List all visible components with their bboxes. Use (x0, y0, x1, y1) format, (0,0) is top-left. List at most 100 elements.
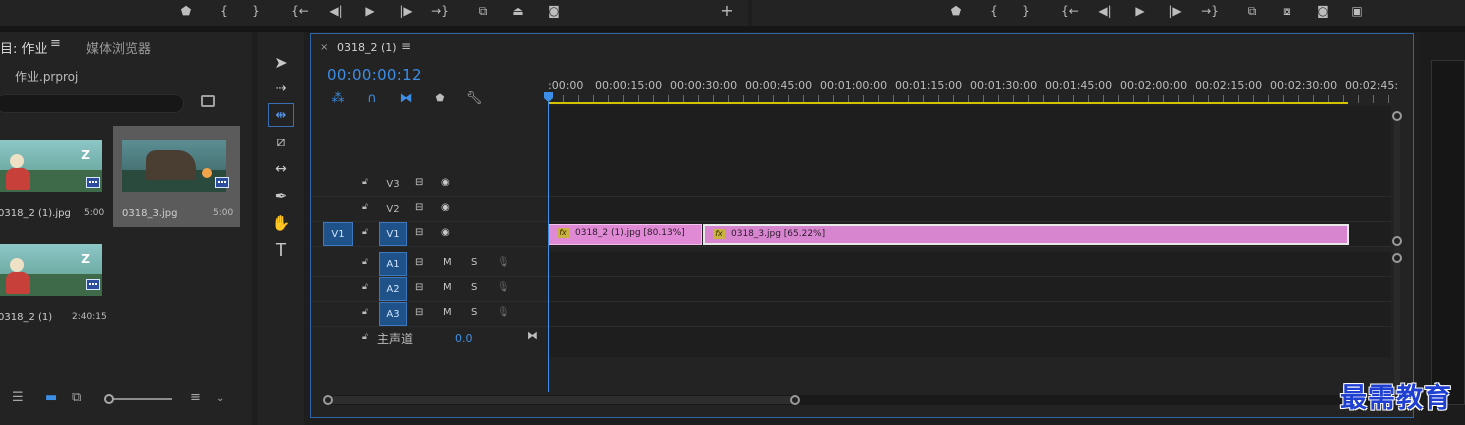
timeline-clip[interactable]: fx 0318_2 (1).jpg [80.13%] (548, 224, 702, 245)
solo-button[interactable]: S (471, 282, 477, 293)
step-forward-icon[interactable]: |▶ (396, 1, 416, 21)
track-content[interactable] (548, 252, 1391, 276)
solo-button[interactable]: S (471, 307, 477, 318)
panel-menu-icon[interactable]: ≡ (401, 39, 411, 53)
extract-icon[interactable]: ⧇ (1277, 1, 1297, 21)
track-target[interactable]: A3 (379, 302, 407, 326)
sync-lock-icon[interactable]: ⊟ (415, 227, 423, 238)
tab-sequence[interactable]: 0318_2 (1) (337, 41, 397, 54)
sync-lock-icon[interactable]: ⊟ (415, 177, 423, 188)
hand-tool-icon[interactable]: ✋ (269, 212, 293, 234)
go-to-out-icon[interactable]: →} (430, 1, 450, 21)
scroll-knob[interactable] (323, 395, 333, 405)
eye-icon[interactable]: ◉ (441, 177, 450, 188)
work-area-bar[interactable] (548, 102, 1348, 104)
mark-out-icon[interactable]: } (1016, 1, 1036, 21)
lock-icon[interactable]: 🔓︎ (362, 332, 368, 342)
ripple-edit-tool-icon[interactable]: ⇹ (268, 103, 294, 127)
step-back-icon[interactable]: ◀| (326, 1, 346, 21)
timeline-clip[interactable]: fx 0318_3.jpg [65.22%] (703, 224, 1349, 245)
mark-in-icon[interactable]: { (984, 1, 1004, 21)
track-target[interactable]: V1 (379, 222, 407, 246)
track-content[interactable]: fx 0318_2 (1).jpg [80.13%] fx 0318_3.jpg… (548, 222, 1391, 246)
icon-view-icon[interactable]: ▬ (45, 390, 57, 405)
horizontal-scroll-thumb[interactable] (327, 396, 795, 404)
track-target[interactable]: V3 (379, 172, 407, 196)
selection-tool-icon[interactable]: ➤ (269, 51, 293, 73)
compare-icon[interactable]: ▣ (1347, 1, 1367, 21)
vertical-scrollbar[interactable] (1394, 114, 1400, 389)
zoom-slider-track[interactable] (112, 398, 172, 400)
mute-button[interactable]: M (443, 282, 452, 293)
marker-icon[interactable]: ⬟ (176, 1, 196, 21)
play-icon[interactable]: ▶ (360, 1, 380, 21)
track-target[interactable]: A1 (379, 252, 407, 276)
playhead-timecode[interactable]: 00:00:00:12 (327, 66, 422, 84)
pen-tool-icon[interactable]: ✒ (269, 185, 293, 207)
nest-icon[interactable]: ⁂ (329, 90, 347, 106)
sync-lock-icon[interactable]: ⊟ (415, 257, 423, 268)
go-to-in-icon[interactable]: {← (290, 1, 310, 21)
track-content[interactable] (548, 327, 1391, 357)
lock-icon[interactable]: 🔓︎ (362, 177, 368, 187)
insert-icon[interactable]: ⧉ (473, 1, 493, 21)
scroll-knob[interactable] (1392, 236, 1402, 246)
add-marker-icon[interactable]: ⬟ (431, 90, 449, 106)
lift-icon[interactable]: ⧉ (1242, 1, 1262, 21)
chevron-down-icon[interactable]: ⌄ (216, 393, 224, 404)
zoom-slider-knob[interactable] (104, 394, 114, 404)
mute-button[interactable]: M (443, 307, 452, 318)
razor-tool-icon[interactable]: ⧄ (269, 131, 293, 153)
track-content[interactable] (548, 172, 1391, 196)
go-to-end-icon[interactable]: ⧓ (527, 329, 538, 342)
microphone-icon[interactable]: 🎙︎ (497, 307, 510, 318)
export-frame-icon[interactable]: ◙ (1313, 1, 1333, 21)
sort-icon[interactable]: ≡ (190, 390, 201, 405)
freeform-view-icon[interactable]: ⧉ (72, 390, 81, 405)
scroll-knob[interactable] (1392, 253, 1402, 263)
step-back-icon[interactable]: ◀| (1095, 1, 1115, 21)
overwrite-icon[interactable]: ⏏ (508, 1, 528, 21)
solo-button[interactable]: S (471, 257, 477, 268)
eye-icon[interactable]: ◉ (441, 202, 450, 213)
add-button-icon[interactable]: + (717, 1, 737, 21)
track-content[interactable] (548, 277, 1391, 301)
marker-icon[interactable]: ⬟ (946, 1, 966, 21)
go-to-in-icon[interactable]: {← (1060, 1, 1080, 21)
sync-lock-icon[interactable]: ⊟ (415, 202, 423, 213)
slip-tool-icon[interactable]: ↔ (269, 158, 293, 180)
step-forward-icon[interactable]: |▶ (1165, 1, 1185, 21)
sync-lock-icon[interactable]: ⊟ (415, 282, 423, 293)
track-target[interactable]: V2 (379, 197, 407, 221)
tab-media-browser[interactable]: 媒体浏览器 (86, 38, 151, 57)
mark-in-icon[interactable]: { (214, 1, 234, 21)
master-volume-value[interactable]: 0.0 (455, 332, 473, 345)
track-select-tool-icon[interactable]: ⇢ (269, 77, 293, 99)
lock-icon[interactable]: 🔓︎ (362, 282, 368, 292)
panel-menu-icon[interactable]: ≡ (50, 36, 61, 51)
export-frame-icon[interactable]: ◙ (544, 1, 564, 21)
playhead-line[interactable] (548, 94, 549, 392)
list-view-icon[interactable]: ☰ (12, 390, 24, 405)
snap-icon[interactable]: ∩ (363, 90, 381, 106)
scroll-knob[interactable] (790, 395, 800, 405)
sync-lock-icon[interactable]: ⊟ (415, 307, 423, 318)
wrench-icon[interactable]: 🔧︎ (465, 90, 483, 106)
clip-thumbnail[interactable] (122, 140, 226, 192)
microphone-icon[interactable]: 🎙︎ (497, 257, 510, 268)
track-content[interactable] (548, 197, 1391, 221)
source-patch-v1[interactable]: V1 (323, 222, 353, 246)
track-content[interactable] (548, 302, 1391, 326)
mute-button[interactable]: M (443, 257, 452, 268)
lock-icon[interactable]: 🔓︎ (362, 202, 368, 212)
lock-icon[interactable]: 🔓︎ (362, 257, 368, 267)
eye-icon[interactable]: ◉ (441, 227, 450, 238)
scroll-knob[interactable] (1392, 111, 1402, 121)
go-to-out-icon[interactable]: →} (1200, 1, 1220, 21)
track-target[interactable]: A2 (379, 277, 407, 301)
linked-selection-icon[interactable]: ⧓ (397, 90, 415, 106)
new-search-bin-icon[interactable] (201, 95, 215, 107)
lock-icon[interactable]: 🔓︎ (362, 307, 368, 317)
microphone-icon[interactable]: 🎙︎ (497, 282, 510, 293)
play-icon[interactable]: ▶ (1130, 1, 1150, 21)
